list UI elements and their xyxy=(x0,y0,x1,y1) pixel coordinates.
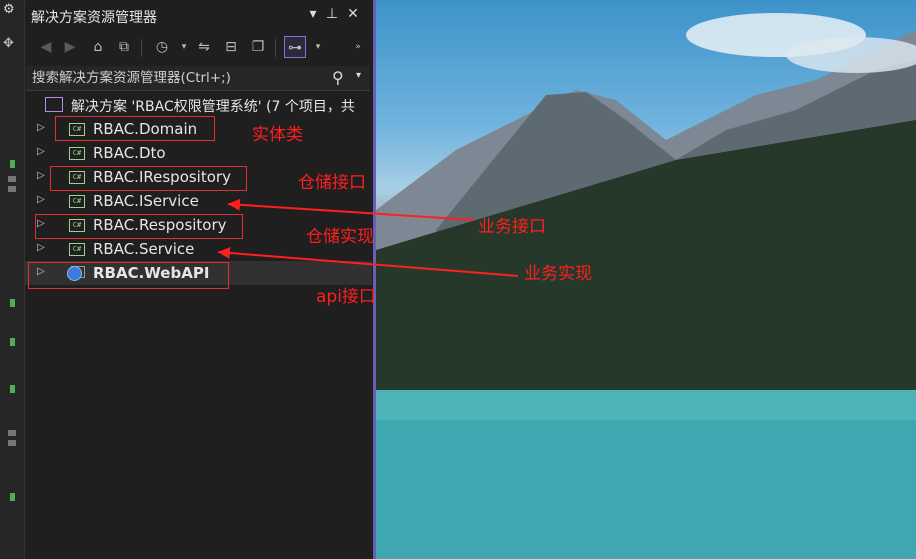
annotation-arrow-service-interface xyxy=(227,198,475,221)
annotation-service-interface: 业务接口 xyxy=(478,217,546,237)
annotation-arrows xyxy=(217,198,519,277)
annotation-arrow-service-impl xyxy=(217,246,519,277)
annotation-repo-interface: 仓储接口 xyxy=(298,173,366,193)
annotation-entity: 实体类 xyxy=(252,125,303,145)
annotation-repo-impl: 仓储实现 xyxy=(306,227,374,247)
annotation-api-interface: api接口 xyxy=(316,287,376,307)
annotation-service-impl: 业务实现 xyxy=(524,264,592,284)
